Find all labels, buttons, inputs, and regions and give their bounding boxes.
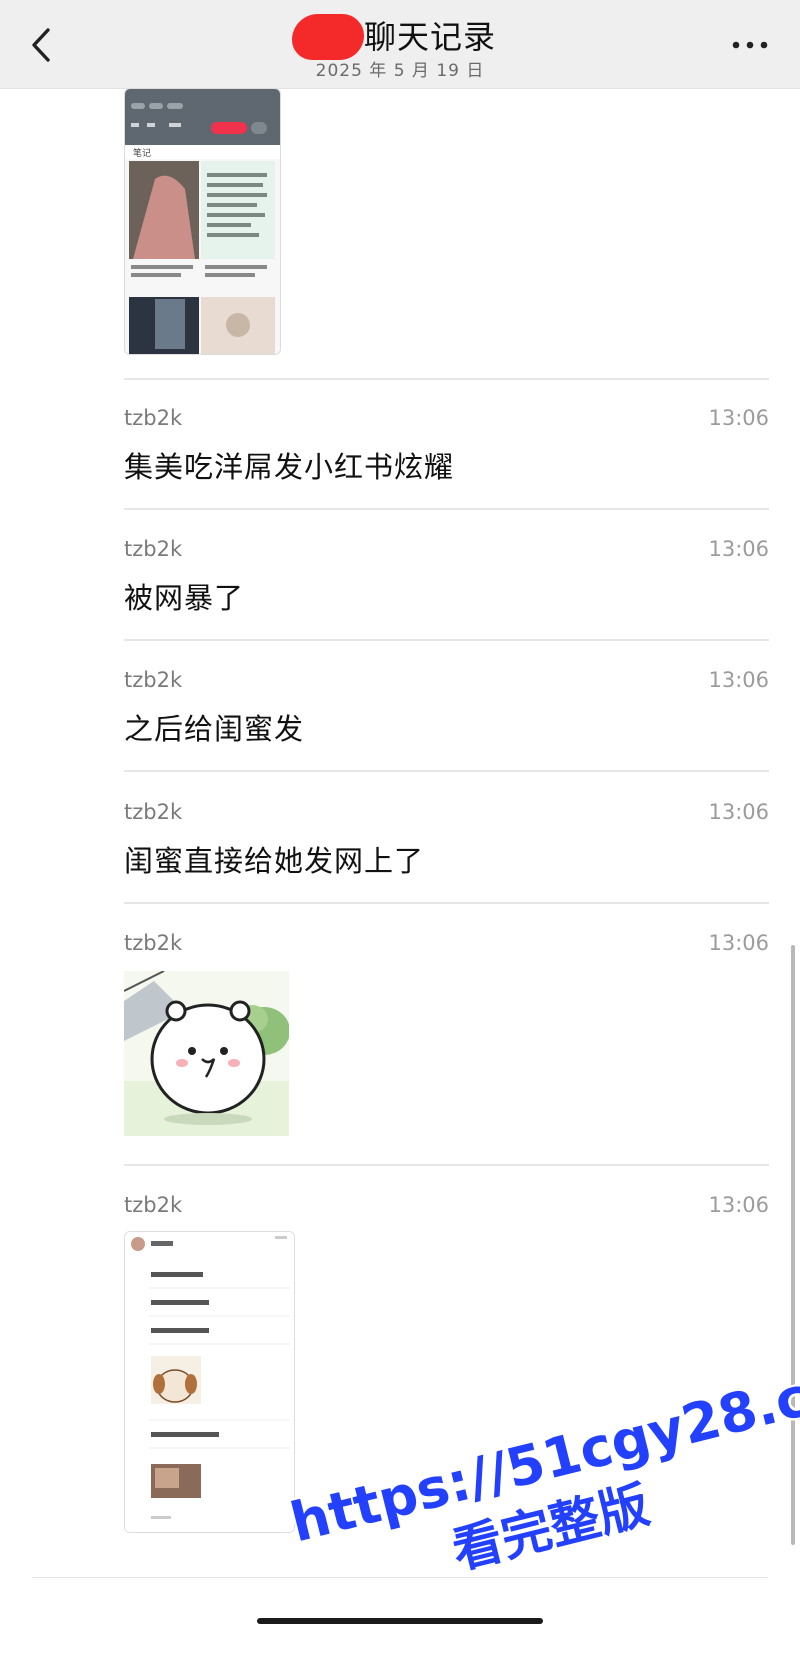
message-time: 13:06	[708, 800, 769, 824]
message-time: 13:06	[708, 931, 769, 955]
message-divider	[124, 902, 769, 904]
sender-name: tzb2k	[124, 800, 183, 824]
message-item: tzb2k 13:06 集美吃洋屌发小红书炫耀	[124, 406, 769, 484]
message-item: tzb2k 13:06 闺蜜直接给她发网上了	[124, 800, 769, 878]
message-divider	[124, 639, 769, 641]
sender-name: tzb2k	[124, 406, 183, 430]
message-divider	[124, 1164, 769, 1166]
profile-screenshot-image	[125, 89, 280, 354]
home-indicator[interactable]	[257, 1618, 543, 1624]
sender-name: tzb2k	[124, 668, 183, 692]
more-options-icon[interactable]	[728, 30, 772, 60]
page-title: 聊天记录	[363, 18, 496, 56]
message-item: tzb2k 13:06 被网暴了	[124, 537, 769, 615]
sender-name: tzb2k	[124, 1193, 183, 1217]
message-time: 13:06	[708, 537, 769, 561]
title-block: 聊天记录 2025 年 5 月 19 日	[250, 12, 550, 81]
scrollbar[interactable]	[791, 945, 795, 1545]
chat-date: 2025 年 5 月 19 日	[315, 61, 485, 81]
chat-history-header: 聊天记录 2025 年 5 月 19 日	[0, 0, 800, 89]
back-arrow-icon[interactable]	[24, 22, 64, 68]
sender-name: tzb2k	[124, 537, 183, 561]
sender-name: tzb2k	[124, 931, 183, 955]
bear-sticker-image[interactable]	[124, 971, 289, 1136]
chat-screenshot-image[interactable]	[124, 1231, 295, 1533]
message-item: tzb2k 13:06	[124, 931, 769, 1151]
xiaohongshu-profile-screenshot[interactable]: 笔记	[124, 88, 281, 355]
message-divider	[124, 378, 769, 380]
note-label: 笔记	[133, 149, 152, 159]
message-item: tzb2k 13:06 之后给闺蜜发	[124, 668, 769, 746]
message-text[interactable]: 闺蜜直接给她发网上了	[124, 838, 424, 880]
message-divider	[124, 508, 769, 510]
message-divider	[124, 770, 769, 772]
message-time: 13:06	[708, 1193, 769, 1217]
message-time: 13:06	[708, 406, 769, 430]
message-time: 13:06	[708, 668, 769, 692]
message-text[interactable]: 之后给闺蜜发	[124, 706, 304, 748]
message-text[interactable]: 被网暴了	[124, 575, 244, 617]
message-text[interactable]: 集美吃洋屌发小红书炫耀	[124, 444, 454, 486]
